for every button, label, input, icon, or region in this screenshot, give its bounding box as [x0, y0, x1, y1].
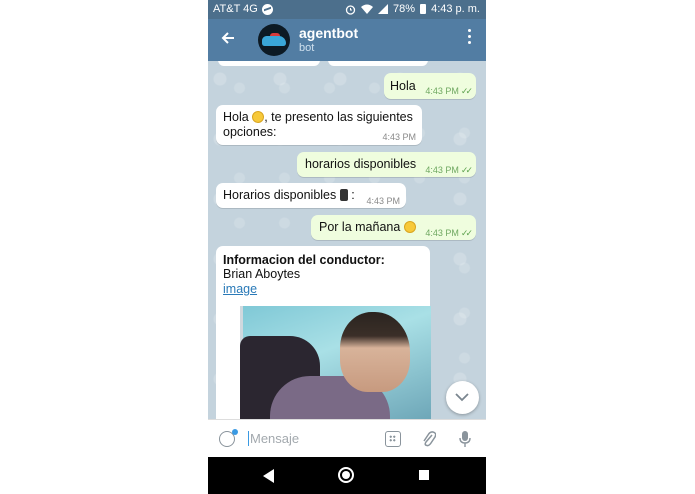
battery-percent: 78%	[393, 3, 416, 15]
message-text: Hola	[390, 79, 416, 93]
scroll-down-button[interactable]	[446, 381, 479, 414]
message-bubble-outgoing[interactable]: horarios disponibles 4:43 PM ✓✓	[297, 152, 476, 177]
message-bubble-outgoing[interactable]: Hola 4:43 PM ✓✓	[384, 73, 476, 99]
alarm-icon	[345, 4, 356, 15]
clock-time: 4:43 p. m.	[431, 3, 480, 15]
driver-name: Brian Aboytes	[223, 267, 301, 281]
driver-photo[interactable]	[240, 306, 431, 419]
attach-paperclip-icon[interactable]	[422, 430, 436, 448]
message-time: 4:43 PM	[425, 86, 459, 96]
nav-recents-icon[interactable]	[419, 470, 429, 480]
message-text: horarios disponibles	[305, 157, 417, 171]
watch-emoji-icon	[339, 189, 348, 201]
bot-avatar[interactable]	[258, 24, 290, 56]
microphone-icon[interactable]	[459, 430, 471, 448]
message-time: 4:43 PM	[382, 132, 416, 142]
bot-commands-icon[interactable]	[385, 431, 401, 447]
driver-info-heading: Informacion del conductor:	[223, 253, 385, 267]
message-time: 4:43 PM	[366, 196, 400, 206]
message-time: 4:43 PM	[425, 165, 459, 175]
double-check-icon: ✓✓	[460, 86, 473, 96]
message-bubble-incoming[interactable]: Horarios disponibles : 4:43 PM	[216, 183, 406, 208]
message-composer: Mensaje	[208, 419, 486, 458]
message-text: Horarios disponibles :	[223, 188, 355, 202]
more-options-icon[interactable]	[468, 29, 472, 47]
double-check-icon: ✓✓	[460, 165, 473, 175]
phone-screen: AT&T 4G 78% 4:43 p. m. agentbot bot Hola…	[208, 0, 486, 494]
grin-emoji-icon	[252, 111, 265, 123]
chat-header: agentbot bot	[208, 19, 486, 61]
message-text: Por la mañana	[319, 220, 416, 234]
chat-title[interactable]: agentbot	[299, 25, 358, 41]
back-arrow-icon[interactable]	[221, 28, 235, 50]
wifi-icon	[361, 4, 374, 14]
chevron-down-icon	[455, 393, 469, 402]
message-meta: 4:43 PM ✓✓	[425, 165, 473, 176]
message-time: 4:43 PM	[425, 228, 459, 238]
chat-subtitle: bot	[299, 42, 315, 54]
previous-message-stub	[328, 61, 428, 66]
image-link[interactable]: image	[223, 282, 257, 296]
message-bubble-outgoing[interactable]: Por la mañana 4:43 PM ✓✓	[311, 215, 476, 240]
message-text-part: Por la mañana	[319, 220, 404, 234]
double-check-icon: ✓✓	[460, 228, 473, 238]
signal-icon	[378, 4, 389, 14]
message-meta: 4:43 PM ✓✓	[425, 86, 473, 97]
message-bubble-incoming[interactable]: Hola , te presento las siguientes opcion…	[216, 105, 422, 145]
nav-home-icon[interactable]	[338, 467, 354, 483]
previous-message-stub	[218, 61, 320, 66]
message-text-part: Hola	[223, 110, 253, 124]
message-input[interactable]: Mensaje	[248, 431, 299, 446]
messenger-notification-icon	[261, 3, 273, 15]
battery-icon	[420, 4, 427, 14]
android-nav-bar	[208, 457, 486, 494]
avatar-car-icon	[262, 36, 286, 46]
notification-dot	[232, 429, 238, 435]
message-meta: 4:43 PM ✓✓	[425, 228, 473, 239]
message-text-part: :	[347, 188, 355, 202]
nav-back-icon[interactable]	[263, 469, 274, 483]
carrier-label: AT&T 4G	[213, 3, 258, 15]
message-bubble-incoming[interactable]: Informacion del conductor: Brian Aboytes…	[216, 246, 431, 419]
message-list[interactable]: Hola 4:43 PM ✓✓ Hola , te presento las si…	[208, 61, 486, 419]
sweat-smile-emoji-icon	[403, 221, 416, 233]
photo-head	[340, 312, 410, 392]
status-bar: AT&T 4G 78% 4:43 p. m.	[208, 0, 486, 19]
message-text-part: Horarios disponibles	[223, 188, 340, 202]
